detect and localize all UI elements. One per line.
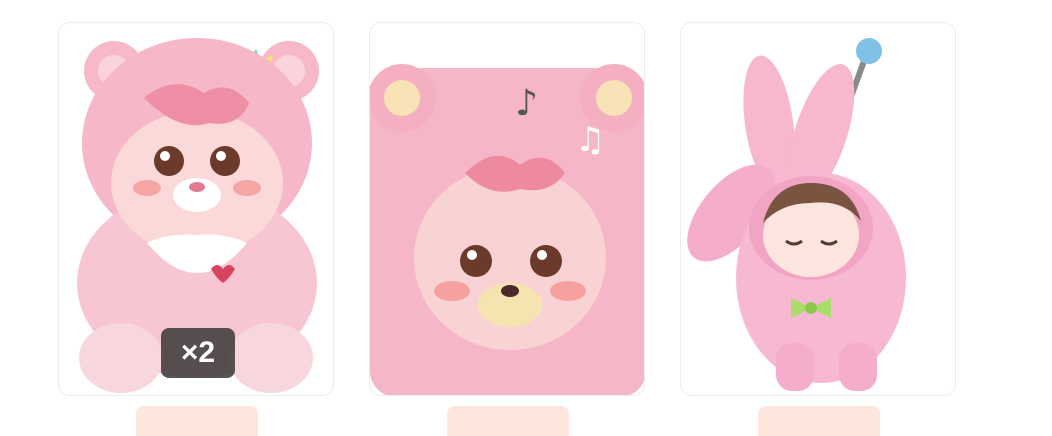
svg-text:♪: ♪: [515, 83, 538, 124]
product-card-2[interactable]: ♪ ♫: [369, 22, 645, 396]
svg-text:♫: ♫: [575, 120, 605, 160]
product-tag-3: [758, 406, 880, 436]
product-tag-1: [136, 406, 258, 436]
product-tag-2: [447, 406, 569, 436]
bunny-suit-figure-image: [681, 23, 955, 395]
quantity-badge: ×2: [161, 328, 235, 378]
fluffy-bear-figure-image: ♪ ♫: [370, 23, 644, 395]
product-card-1[interactable]: ×2: [58, 22, 334, 396]
product-card-3[interactable]: [680, 22, 956, 396]
